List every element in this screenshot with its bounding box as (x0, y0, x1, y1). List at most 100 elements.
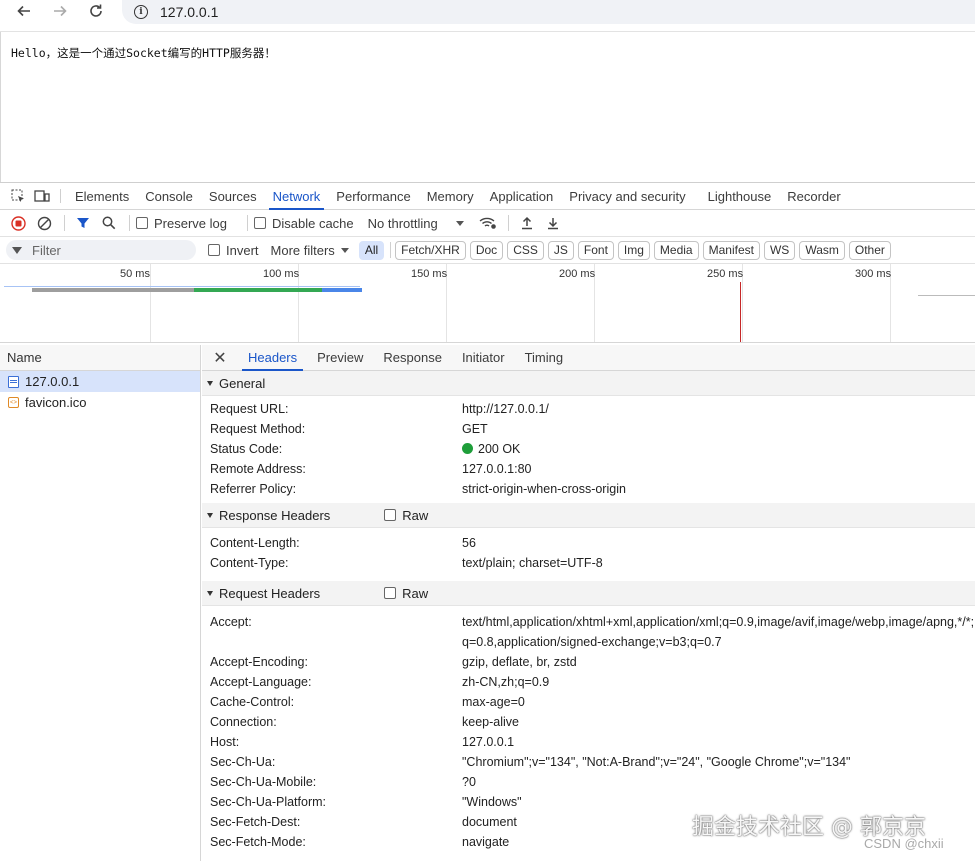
header-key: Accept-Encoding: (210, 655, 308, 669)
checkbox-box[interactable] (384, 587, 397, 599)
device-toolbar-icon[interactable] (30, 183, 54, 209)
preserve-log-checkbox[interactable]: Preserve log (136, 216, 227, 231)
more-filters-label: More filters (270, 242, 335, 258)
inspect-element-icon[interactable] (6, 183, 30, 209)
checkbox-box[interactable] (253, 217, 266, 229)
checkbox-box[interactable] (136, 217, 148, 229)
tab-preview[interactable]: Preview (307, 345, 373, 370)
filter-input[interactable]: Filter (6, 240, 196, 260)
chevron-down-icon (455, 220, 464, 226)
filter-chip-doc[interactable]: Doc (469, 240, 504, 260)
request-row[interactable]: <> favicon.ico (0, 392, 200, 413)
tab-lighthouse[interactable]: Lighthouse (700, 183, 780, 209)
filter-chip-ws[interactable]: WS (763, 240, 796, 260)
tab-recorder[interactable]: Recorder (779, 183, 848, 209)
funnel-icon (77, 218, 89, 228)
reload-button[interactable] (82, 0, 110, 22)
request-name: favicon.ico (25, 395, 87, 410)
tab-response[interactable]: Response (373, 345, 452, 370)
header-value: max-age=0 (462, 695, 525, 709)
download-icon (547, 218, 558, 230)
tab-headers[interactable]: Headers (238, 345, 307, 371)
raw-toggle-checkbox[interactable]: Raw (384, 586, 428, 601)
tab-performance[interactable]: Performance (328, 183, 418, 209)
tab-console[interactable]: Console (137, 183, 201, 209)
response-headers-body: Content-Length: 56 Content-Type: text/plai… (202, 528, 975, 581)
checkbox-box[interactable] (384, 509, 397, 521)
tab-initiator[interactable]: Initiator (452, 345, 515, 370)
toolbar-separator (64, 215, 65, 231)
address-url[interactable]: 127.0.0.1 (160, 4, 218, 20)
header-key: Accept: (210, 615, 252, 629)
filter-chip-font[interactable]: Font (577, 240, 614, 260)
header-row: Request Method: GET (202, 419, 975, 439)
search-button[interactable] (97, 212, 121, 234)
request-headers-section-header[interactable]: Request Headers Raw (202, 581, 975, 606)
tab-network[interactable]: Network (265, 183, 329, 210)
filter-chip-css[interactable]: CSS (507, 240, 544, 260)
forward-button[interactable] (46, 0, 74, 22)
header-value: 127.0.0.1 (462, 735, 515, 749)
header-row: Accept: text/html,application/xhtml+xml,a… (202, 612, 975, 652)
header-key: Sec-Ch-Ua-Mobile: (210, 775, 317, 789)
export-har-button[interactable] (541, 212, 565, 234)
throttling-select[interactable]: No throttling (368, 216, 464, 231)
more-filters-dropdown[interactable]: More filters (271, 243, 349, 258)
clear-button[interactable] (32, 212, 56, 234)
close-icon[interactable]: ✕ (202, 345, 238, 370)
header-row: Sec-Ch-Ua-Mobile: ?0 (202, 772, 975, 792)
response-headers-section-header[interactable]: Response Headers Raw (202, 503, 975, 528)
general-section-header[interactable]: General (202, 371, 975, 396)
header-value: "Chromium";v="134", "Not:A-Brand";v="24"… (462, 755, 851, 769)
tab-application[interactable]: Application (482, 183, 562, 209)
header-key: Content-Length: (210, 536, 300, 550)
tab-sources[interactable]: Sources (201, 183, 265, 209)
header-value: "Windows" (462, 795, 522, 809)
header-value: http://127.0.0.1/ (462, 402, 549, 416)
devtools-panel: Elements Console Sources Network Perform… (0, 182, 975, 861)
filter-chip-img[interactable]: Img (617, 240, 650, 260)
triangle-down-icon (207, 590, 213, 596)
filter-chip-other[interactable]: Other (848, 240, 891, 260)
network-split-view: Name 127.0.0.1 <> favicon.ico ✕ Headers … (0, 345, 975, 861)
tab-privacy-security[interactable]: Privacy and security (561, 183, 693, 209)
filter-chip-manifest[interactable]: Manifest (702, 240, 760, 260)
timeline-bar-download (322, 288, 362, 292)
network-overview-timeline[interactable]: 50 ms 100 ms 150 ms 200 ms 250 ms 300 ms (0, 264, 975, 343)
header-row: Connection: keep-alive (202, 712, 975, 732)
watermark-subtext: CSDN @chxii (864, 836, 944, 851)
header-row: Remote Address: 127.0.0.1:80 (202, 459, 975, 479)
network-conditions-button[interactable] (476, 212, 500, 234)
request-list-header[interactable]: Name (0, 345, 200, 371)
request-row[interactable]: 127.0.0.1 (0, 371, 200, 392)
filter-toggle-button[interactable] (71, 212, 95, 234)
tab-elements[interactable]: Elements (67, 183, 137, 209)
filter-chip-all[interactable]: All (358, 240, 385, 260)
request-list: Name 127.0.0.1 <> favicon.ico (0, 345, 201, 861)
site-info-icon[interactable]: i (134, 5, 148, 19)
header-value: 56 (462, 536, 476, 550)
raw-toggle-checkbox[interactable]: Raw (384, 508, 428, 523)
checkbox-box[interactable] (208, 244, 220, 256)
filter-chip-fetch-xhr[interactable]: Fetch/XHR (395, 240, 466, 260)
tab-timing[interactable]: Timing (515, 345, 574, 370)
header-row: Content-Type: text/plain; charset=UTF-8 (202, 553, 975, 573)
header-key: Referrer Policy: (210, 482, 297, 496)
filter-chip-media[interactable]: Media (653, 240, 699, 260)
filter-chip-wasm[interactable]: Wasm (799, 240, 845, 260)
header-key: Connection: (210, 715, 277, 729)
back-button[interactable] (10, 0, 38, 22)
reload-icon (90, 4, 102, 17)
filter-chip-js[interactable]: JS (547, 240, 574, 260)
header-key: Sec-Fetch-Dest: (210, 815, 301, 829)
status-ok-dot-icon (462, 443, 473, 454)
devtools-tab-bar: Elements Console Sources Network Perform… (0, 183, 975, 210)
header-row: Host: 127.0.0.1 (202, 732, 975, 752)
tab-memory[interactable]: Memory (419, 183, 482, 209)
timeline-bar-queue (32, 288, 194, 292)
import-har-button[interactable] (515, 212, 539, 234)
disable-cache-checkbox[interactable]: Disable cache (253, 216, 354, 231)
record-button[interactable] (6, 212, 30, 234)
invert-checkbox[interactable]: Invert (208, 243, 259, 258)
address-bar[interactable]: i 127.0.0.1 (122, 0, 975, 24)
